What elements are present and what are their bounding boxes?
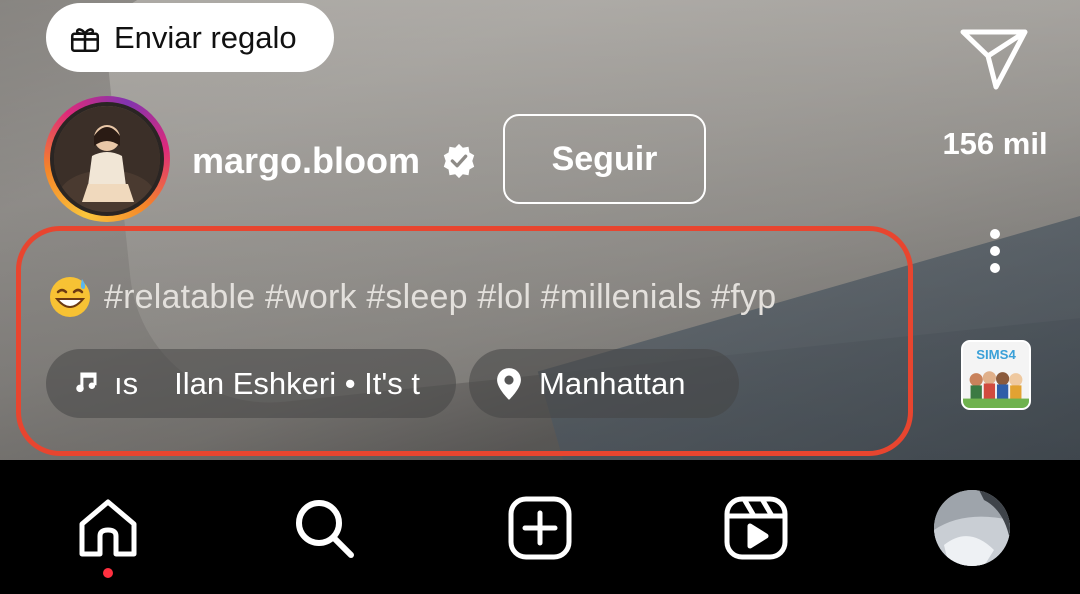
- reels-icon: [724, 496, 788, 560]
- sims4-logo-text: SIMS4: [976, 347, 1016, 362]
- send-gift-button[interactable]: Enviar regalo: [46, 3, 334, 72]
- verified-badge-icon: [443, 143, 475, 179]
- search-icon: [296, 500, 354, 558]
- home-notification-dot: [103, 568, 113, 578]
- user-avatar[interactable]: [44, 96, 170, 222]
- location-pin-icon: [497, 367, 521, 400]
- sweat-smile-emoji-icon: [50, 277, 90, 317]
- music-text: Ilan Eshkeri • It's t: [174, 365, 421, 401]
- caption[interactable]: #relatable #work #sleep #lol #millenials…: [48, 275, 776, 319]
- home-icon: [79, 499, 137, 557]
- paper-plane-icon[interactable]: [958, 26, 1030, 92]
- music-text-prefix: ıs: [114, 365, 139, 401]
- caption-text: #relatable #work #sleep #lol #millenials…: [104, 277, 777, 316]
- vertical-ellipsis-icon[interactable]: [985, 226, 1005, 276]
- location-label: Manhattan: [539, 365, 686, 401]
- location-chip[interactable]: Manhattan: [469, 349, 739, 418]
- avatar-photo: [54, 106, 160, 212]
- nav-search[interactable]: [292, 496, 356, 560]
- send-gift-label: Enviar regalo: [114, 19, 297, 55]
- gift-icon: [70, 27, 100, 52]
- follow-button[interactable]: Seguir: [503, 114, 706, 204]
- profile-avatar-photo: [934, 490, 1010, 566]
- audio-cover-thumbnail[interactable]: SIMS4: [961, 340, 1031, 410]
- music-chip[interactable]: ıs Ilan Eshkeri • It's t: [46, 349, 456, 418]
- highlight-annotation-box: [16, 226, 913, 456]
- username[interactable]: margo.bloom: [192, 140, 420, 182]
- nav-home[interactable]: [76, 496, 140, 560]
- create-icon: [508, 496, 572, 560]
- nav-reels[interactable]: [724, 496, 788, 560]
- sims4-cover-art: SIMS4: [963, 342, 1029, 408]
- music-note-icon: [76, 372, 97, 392]
- nav-create[interactable]: [508, 496, 572, 560]
- nav-profile-avatar[interactable]: [934, 490, 1010, 566]
- share-count: 156 mil: [942, 126, 1048, 161]
